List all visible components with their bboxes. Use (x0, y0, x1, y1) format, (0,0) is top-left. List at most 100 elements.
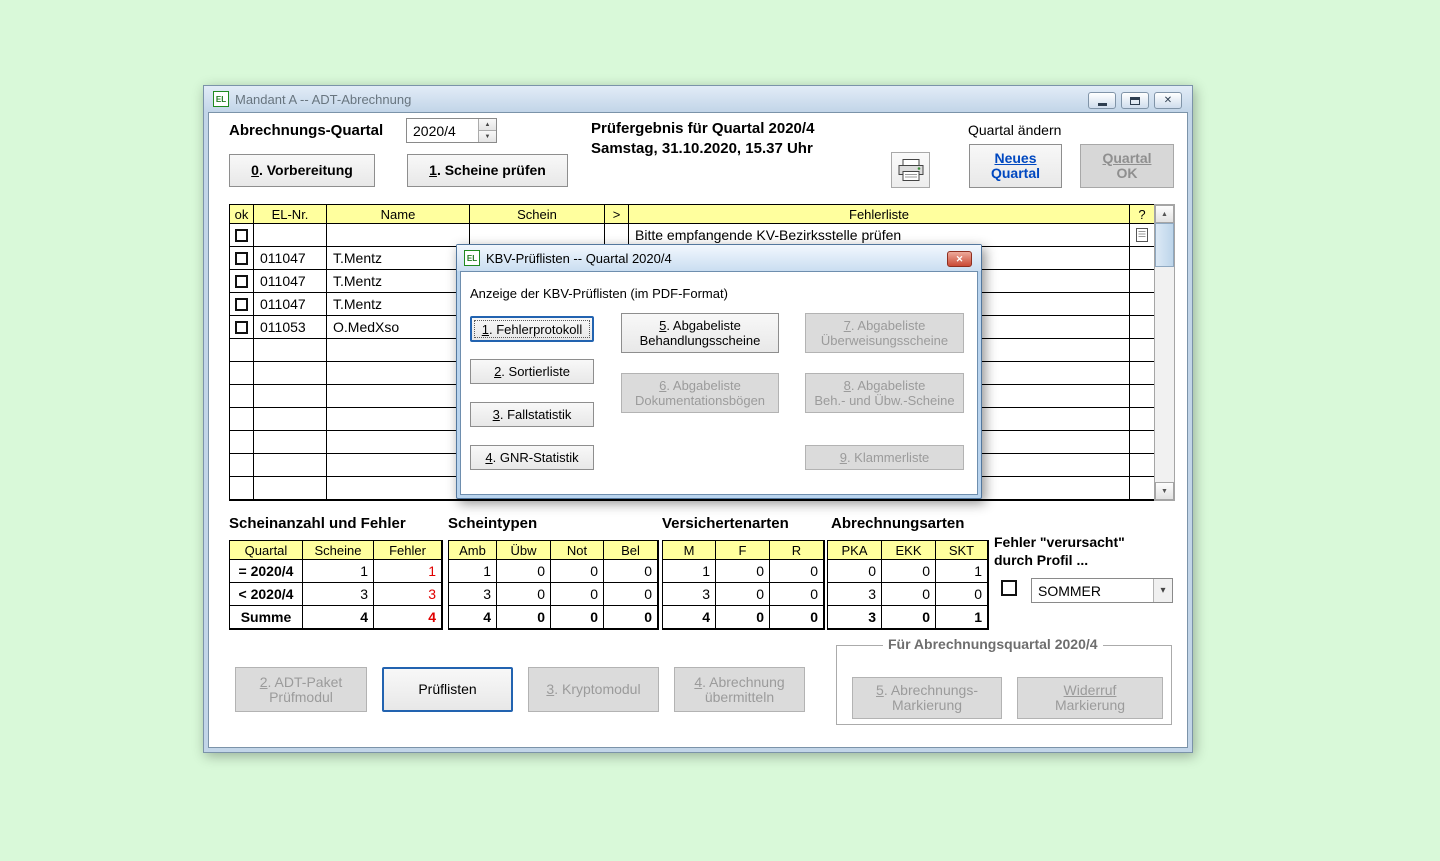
stats-header-ekk: EKK (882, 541, 936, 560)
stats-header-pka: PKA (828, 541, 882, 560)
dialog-title: KBV-Prüflisten -- Quartal 2020/4 (486, 251, 672, 266)
sortierliste-button[interactable]: 2. Sortierliste (470, 359, 594, 384)
cell-question (1130, 270, 1154, 293)
chevron-down-icon[interactable]: ▾ (1153, 579, 1172, 602)
maximize-button[interactable] (1121, 92, 1149, 109)
cell-name: T.Mentz (327, 247, 470, 270)
profile-select[interactable]: SOMMER ▾ (1031, 578, 1173, 603)
stats-table-scheintypen: Amb Übw Not Bel 1 0 0 0 3 0 0 0 4 0 0 (448, 540, 659, 630)
cell-question (1130, 316, 1154, 339)
print-button[interactable] (891, 152, 930, 188)
close-button[interactable]: ✕ (1154, 92, 1182, 109)
stats-header-not: Not (551, 541, 604, 560)
quartal-ok-button: Quartal OK (1080, 144, 1174, 188)
abrechnung-uebermitteln-button: 4. Abrechnung übermitteln (674, 667, 805, 712)
fehlerprotokoll-button[interactable]: 1. Fehlerprotokoll (470, 316, 594, 342)
column-header-question: ? (1130, 205, 1154, 224)
abgabeliste-dokumentationsboegen-button: 6. Abgabeliste Dokumentationsbögen (621, 373, 779, 413)
dialog-app-icon: EL (464, 250, 480, 266)
column-header-ok: ok (230, 205, 254, 224)
stats-header-r: R (770, 541, 824, 560)
profile-select-value: SOMMER (1032, 579, 1153, 602)
profile-checkbox[interactable] (1001, 580, 1017, 596)
stats-header-skt: SKT (936, 541, 988, 560)
cell-el-nr: 011047 (254, 247, 327, 270)
row-checkbox[interactable] (235, 298, 248, 311)
section-label-abrechnungsarten: Abrechnungsarten (831, 515, 964, 532)
cell-name: O.MedXso (327, 316, 470, 339)
table-scrollbar[interactable]: ▲ ▼ (1154, 204, 1175, 501)
stats-table-quartal: Quartal Scheine Fehler = 2020/4 1 1 < 20… (229, 540, 443, 630)
dialog-titlebar[interactable]: EL KBV-Prüflisten -- Quartal 2020/4 (457, 245, 981, 271)
profile-label-line2: durch Profil ... (994, 552, 1088, 568)
stats-header-uebw: Übw (497, 541, 551, 560)
cell-name: T.Mentz (327, 293, 470, 316)
dialog-subtitle: Anzeige der KBV-Prüflisten (im PDF-Forma… (470, 286, 728, 301)
section-label-scheinanzahl: Scheinanzahl und Fehler (229, 515, 406, 532)
column-header-el-nr: EL-Nr. (254, 205, 327, 224)
quartal-value[interactable]: 2020/4 (407, 119, 478, 142)
app-icon: EL (213, 91, 229, 107)
cell-el-nr: 011053 (254, 316, 327, 339)
vorbereitung-button[interactable]: 0. Vorbereitung (229, 154, 375, 187)
adt-paket-pruefmodul-button: 2. ADT-Paket Prüfmodul (235, 667, 367, 712)
abgabeliste-behandlungsscheine-button[interactable]: 5. Abgabeliste Behandlungsscheine (621, 313, 779, 353)
dialog-close-button[interactable]: ✕ (947, 251, 972, 267)
profile-label-line1: Fehler "verursacht" (994, 534, 1125, 550)
window-controls: ✕ (1088, 92, 1182, 109)
abgabeliste-ueberweisungsscheine-button: 7. Abgabeliste Überweisungsscheine (805, 313, 964, 353)
stats-header-scheine: Scheine (303, 541, 374, 560)
stats-table-versichertenarten: M F R 1 0 0 3 0 0 4 0 0 (662, 540, 825, 630)
window-title: Mandant A -- ADT-Abrechnung (235, 92, 411, 107)
abrechnungs-markierung-button: 5. Abrechnungs- Markierung (852, 677, 1002, 719)
stats-row: 3 0 0 (663, 583, 824, 606)
kryptomodul-button: 3. Kryptomodul (528, 667, 659, 712)
scroll-up-button[interactable]: ▲ (1155, 205, 1174, 223)
widerruf-markierung-button: Widerruf Markierung (1017, 677, 1163, 719)
gnr-statistik-button[interactable]: 4. GNR-Statistik (470, 445, 594, 470)
quartal-input[interactable]: 2020/4 ▲ ▼ (406, 118, 497, 143)
row-checkbox[interactable] (235, 252, 248, 265)
close-icon: ✕ (956, 254, 964, 265)
scheine-pruefen-button[interactable]: 1. Scheine prüfen (407, 154, 568, 187)
main-titlebar[interactable]: EL Mandant A -- ADT-Abrechnung (204, 86, 1192, 112)
stats-row: 3 0 0 (828, 583, 988, 606)
spin-up-icon[interactable]: ▲ (479, 119, 496, 131)
stats-row: 1 0 0 0 (449, 560, 658, 583)
desktop: EL Mandant A -- ADT-Abrechnung ✕ Abrechn… (0, 0, 1440, 861)
printer-icon (897, 158, 925, 182)
neues-quartal-button[interactable]: Neues Quartal (969, 144, 1062, 188)
column-header-fehlerliste: Fehlerliste (629, 205, 1130, 224)
cell-el-nr (254, 224, 327, 247)
cell-el-nr: 011047 (254, 293, 327, 316)
stats-header-bel: Bel (604, 541, 658, 560)
cell-ok (230, 247, 254, 270)
scrollbar-thumb[interactable] (1155, 223, 1174, 267)
cell-question (1130, 247, 1154, 270)
stats-row: = 2020/4 1 1 (230, 560, 442, 583)
cell-question (1130, 224, 1154, 247)
kbv-prueflisten-dialog: EL KBV-Prüflisten -- Quartal 2020/4 ✕ An… (456, 244, 982, 499)
table-header-row: ok EL-Nr. Name Schein > Fehlerliste ? (230, 205, 1154, 224)
stats-row-summe: Summe 4 4 (230, 606, 442, 629)
stats-header-amb: Amb (449, 541, 497, 560)
scroll-down-button[interactable]: ▼ (1155, 482, 1174, 500)
minimize-button[interactable] (1088, 92, 1116, 109)
row-checkbox[interactable] (235, 321, 248, 334)
column-header-gt: > (605, 205, 629, 224)
klammerliste-button: 9. Klammerliste (805, 445, 964, 470)
stats-header-m: M (663, 541, 716, 560)
spin-down-icon[interactable]: ▼ (479, 131, 496, 142)
prueflisten-button[interactable]: Prüflisten (382, 667, 513, 712)
column-header-schein: Schein (470, 205, 605, 224)
fallstatistik-button[interactable]: 3. Fallstatistik (470, 402, 594, 427)
cell-name: T.Mentz (327, 270, 470, 293)
quartal-aendern-label: Quartal ändern (968, 122, 1061, 138)
row-checkbox[interactable] (235, 229, 248, 242)
result-date: Samstag, 31.10.2020, 15.37 Uhr (591, 140, 813, 157)
main-window: EL Mandant A -- ADT-Abrechnung ✕ Abrechn… (203, 85, 1193, 753)
maximize-icon (1130, 97, 1140, 105)
row-checkbox[interactable] (235, 275, 248, 288)
abrechnungsquartal-groupbox: Für Abrechnungsquartal 2020/4 5. Abrechn… (836, 645, 1172, 725)
document-icon[interactable] (1136, 228, 1148, 242)
